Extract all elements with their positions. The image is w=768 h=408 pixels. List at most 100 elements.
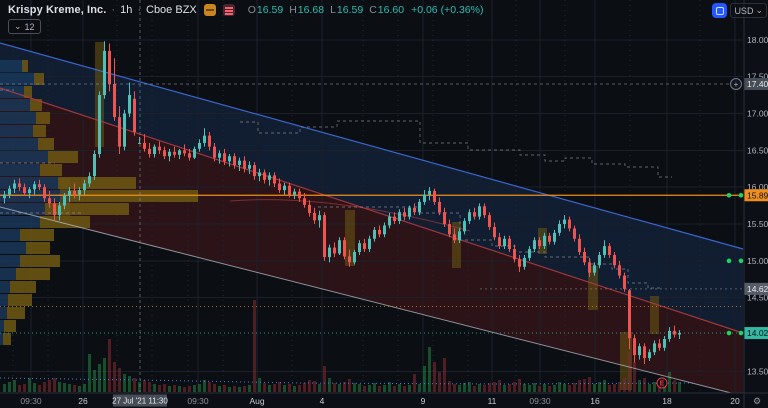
volume-bar	[183, 387, 186, 392]
candle-body	[568, 219, 571, 229]
candle-body	[328, 247, 331, 258]
candle-body	[53, 203, 56, 216]
crosshair-price-label: 17.40	[747, 79, 768, 89]
blue-widget-icon[interactable]	[712, 3, 728, 18]
volume-bar	[638, 380, 641, 392]
candle-body	[163, 150, 166, 157]
volume-bar	[33, 383, 36, 392]
volume-bar	[463, 383, 466, 392]
top-right-controls: USD ⌄	[712, 3, 767, 18]
candle-body	[138, 142, 141, 144]
volume-bar	[288, 384, 291, 392]
chart-window: + E 18.00 17.50 17.00 16.50 16.00 15.50 15.00 14.…	[0, 0, 768, 408]
volume-bar	[533, 383, 536, 392]
candle-body	[93, 154, 96, 177]
candle-body	[313, 212, 316, 221]
volume-bar	[368, 385, 371, 392]
volume-bar	[83, 384, 86, 392]
high-value: 16.68	[297, 4, 325, 16]
add-alert-plus-icon[interactable]: +	[730, 78, 742, 90]
volume-bar	[248, 385, 251, 392]
interval-label[interactable]: 1h	[120, 4, 132, 16]
candle-body	[393, 216, 396, 222]
axis-settings-gear-icon[interactable]: ⚙	[753, 396, 761, 406]
green-dot-icon	[726, 258, 732, 264]
candle-body	[588, 262, 591, 273]
volume-bar	[93, 370, 96, 392]
candle-body	[478, 206, 481, 217]
symbol-title[interactable]: Krispy Kreme, Inc.	[8, 4, 106, 16]
candle-body	[28, 189, 31, 194]
volume-bar	[608, 385, 611, 392]
low-value: 16.59	[336, 4, 364, 16]
volume-bar	[308, 380, 311, 392]
candle-body	[308, 204, 311, 213]
volume-bar	[668, 372, 671, 392]
candle-body	[338, 240, 341, 254]
volume-bar	[383, 385, 386, 392]
change-value: +0.06 (+0.36%)	[411, 4, 484, 16]
volume-bar	[628, 352, 631, 392]
price-tick-label: 15.50	[747, 219, 768, 229]
chart-canvas[interactable]: +E18.0017.5017.0016.5016.0015.5015.0014.…	[0, 0, 768, 408]
volume-bar	[213, 384, 216, 392]
candle-body	[648, 352, 651, 359]
green-dot-icon	[738, 330, 744, 336]
volume-bar	[548, 386, 551, 392]
candle-body	[483, 206, 486, 216]
current-price-label: 14.02	[747, 328, 768, 338]
amber-flag-icon[interactable]	[203, 4, 216, 16]
volume-bar	[353, 383, 356, 392]
candle-body	[213, 146, 216, 158]
candle-body	[573, 228, 576, 239]
candle-body	[63, 196, 66, 206]
indicators-collapse-button[interactable]: ⌄ 12	[8, 19, 41, 34]
volume-bar	[518, 379, 521, 392]
volume-bar	[38, 385, 41, 392]
candle-body	[633, 338, 636, 356]
volume-bar	[623, 378, 626, 392]
volume-bar	[673, 380, 676, 392]
volume-bar	[128, 376, 131, 392]
candle-body	[218, 153, 221, 158]
candle-body	[323, 215, 326, 258]
volume-bar	[493, 382, 496, 392]
candle-body	[248, 165, 251, 169]
volume-bar	[103, 358, 106, 392]
candle-body	[653, 343, 656, 353]
exchange-label[interactable]: Cboe BZX	[146, 4, 197, 16]
red-lines-icon[interactable]	[222, 4, 235, 16]
volume-bar	[478, 384, 481, 392]
candle-body	[453, 234, 456, 241]
volume-bar	[588, 377, 591, 392]
volume-bar	[378, 386, 381, 392]
candle-body	[668, 330, 671, 339]
candle-body	[608, 246, 611, 255]
candle-body	[473, 212, 476, 217]
candle-body	[458, 231, 461, 241]
volume-bar	[393, 386, 396, 392]
candle-body	[498, 237, 501, 247]
volume-bar	[48, 380, 51, 392]
candle-body	[273, 175, 276, 184]
candle-body	[623, 275, 626, 289]
currency-menu[interactable]: USD ⌄	[730, 3, 767, 18]
candle-body	[143, 142, 146, 149]
candle-body	[663, 338, 666, 348]
candle-body	[238, 160, 241, 166]
volume-bar	[18, 385, 21, 392]
candle-body	[198, 142, 201, 149]
volume-bar	[203, 380, 206, 392]
price-axis-background[interactable]	[744, 0, 768, 408]
caret-down-icon: ⌄	[755, 5, 763, 15]
volume-bar	[78, 386, 81, 392]
candle-body	[353, 252, 356, 263]
candle-body	[678, 333, 681, 335]
volume-bar	[428, 347, 431, 392]
earnings-badge[interactable]: E	[656, 377, 668, 389]
volume-bar	[28, 378, 31, 392]
volume-bar	[508, 384, 511, 392]
volume-bar	[298, 385, 301, 392]
candle-body	[578, 238, 581, 252]
volume-bar	[278, 382, 281, 392]
